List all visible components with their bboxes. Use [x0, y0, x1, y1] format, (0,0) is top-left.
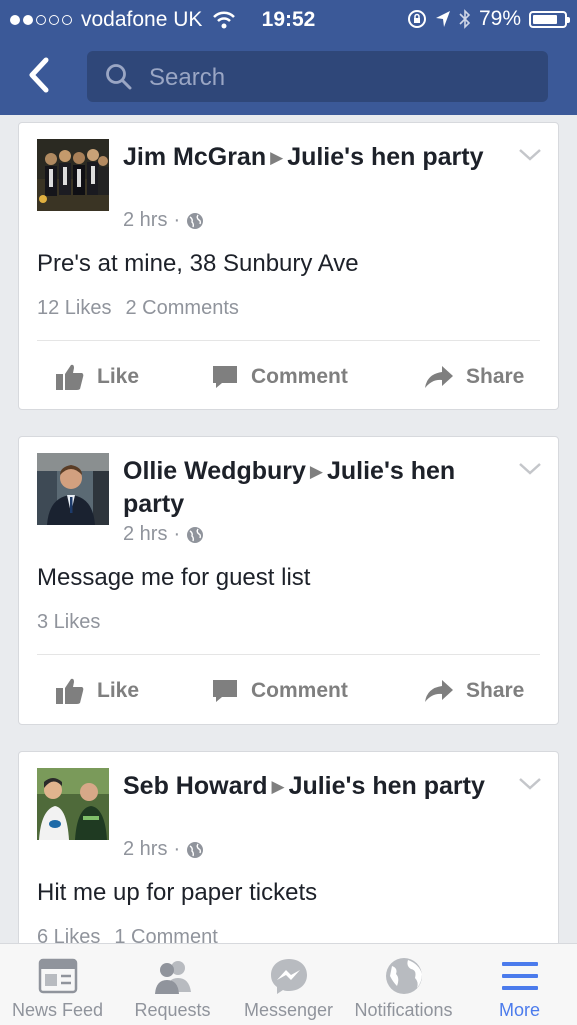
share-label: Share	[466, 365, 525, 388]
post-time[interactable]: 2 hrs	[123, 523, 167, 546]
share-label: Share	[466, 679, 525, 702]
comments-count[interactable]: 1 Comment	[114, 926, 217, 943]
bluetooth-icon	[459, 9, 471, 29]
post-meta: 2 hrs ·	[123, 523, 204, 546]
post-time[interactable]: 2 hrs	[123, 838, 167, 861]
comment-label: Comment	[251, 679, 348, 702]
post-counts: 12 Likes 2 Comments	[37, 297, 239, 320]
messenger-icon	[271, 959, 307, 994]
search-icon	[106, 64, 132, 90]
post-header: Seb Howard ▶ Julie's hen party	[123, 770, 503, 803]
friend-requests-icon	[155, 961, 191, 994]
post-card: Seb Howard ▶ Julie's hen party 2 hrs · Hit…	[18, 751, 559, 943]
like-button[interactable]: Like	[55, 661, 139, 721]
post-meta: 2 hrs ·	[123, 209, 204, 232]
top-bar: vodafone UK 19:52 79%	[0, 0, 577, 115]
avatar[interactable]	[37, 139, 109, 211]
post-text: Pre's at mine, 38 Sunbury Ave	[37, 250, 359, 277]
avatar[interactable]	[37, 768, 109, 840]
globe-icon	[386, 958, 422, 994]
tab-notifications[interactable]: Notifications	[346, 944, 461, 1025]
comment-bubble-icon	[213, 366, 237, 388]
share-arrow-icon	[425, 366, 453, 388]
tab-label: News Feed	[11, 1000, 104, 1020]
post-counts: 3 Likes	[37, 611, 100, 634]
public-globe-icon	[187, 841, 204, 858]
avatar[interactable]	[37, 453, 109, 525]
shared-to-arrow-icon: ▶	[271, 777, 285, 796]
chevron-down-icon[interactable]	[518, 776, 542, 792]
post-card: Ollie Wedgbury ▶ Julie's hen party 2 hrs ·…	[18, 436, 559, 725]
post-counts: 6 Likes 1 Comment	[37, 926, 218, 943]
tab-messenger[interactable]: Messenger	[231, 944, 346, 1025]
post-meta: 2 hrs ·	[123, 838, 204, 861]
share-button[interactable]: Share	[424, 661, 524, 721]
shared-to-arrow-icon: ▶	[309, 462, 323, 481]
share-button[interactable]: Share	[424, 347, 524, 407]
tab-requests[interactable]: Requests	[115, 944, 230, 1025]
likes-count[interactable]: 3 Likes	[37, 611, 100, 633]
public-globe-icon	[187, 526, 204, 543]
post-actions: Like Comment Share	[19, 661, 560, 721]
news-feed-icon	[38, 958, 78, 994]
post-header: Jim McGran ▶ Julie's hen party	[123, 141, 503, 174]
meta-separator: ·	[173, 523, 181, 545]
search-bar[interactable]	[87, 51, 548, 104]
battery-icon	[529, 10, 570, 28]
chevron-down-icon[interactable]	[518, 461, 542, 477]
tab-more[interactable]: More	[462, 944, 577, 1025]
likes-count[interactable]: 12 Likes	[37, 297, 112, 319]
shared-to-arrow-icon: ▶	[270, 148, 284, 167]
tab-label: More	[498, 1000, 540, 1020]
thumbs-up-icon	[56, 364, 84, 390]
post-time[interactable]: 2 hrs	[123, 209, 167, 232]
like-label: Like	[97, 679, 140, 702]
comment-button[interactable]: Comment	[211, 347, 348, 407]
post-card: Jim McGran ▶ Julie's hen party 2 hrs · Pre…	[18, 122, 559, 410]
location-arrow-icon	[435, 11, 450, 27]
post-header: Ollie Wedgbury ▶ Julie's hen party	[123, 455, 503, 520]
menu-icon	[502, 962, 538, 990]
chevron-down-icon[interactable]	[518, 147, 542, 163]
comments-count[interactable]: 2 Comments	[126, 297, 239, 319]
comment-label: Comment	[251, 365, 348, 388]
back-arrow-icon[interactable]	[22, 56, 58, 94]
tab-label: Notifications	[354, 1000, 453, 1020]
author-name[interactable]: Seb Howard	[123, 772, 267, 800]
meta-separator: ·	[173, 209, 181, 231]
battery-percentage: 79%	[478, 7, 521, 30]
tab-label: Requests	[134, 1000, 211, 1020]
public-globe-icon	[187, 212, 204, 229]
group-name[interactable]: Julie's hen party	[287, 143, 483, 171]
meta-separator: ·	[173, 838, 181, 860]
group-name[interactable]: Julie's hen party	[289, 772, 485, 800]
like-label: Like	[97, 365, 140, 388]
post-actions: Like Comment Share	[19, 347, 560, 407]
author-name[interactable]: Ollie Wedgbury	[123, 457, 306, 485]
comment-button[interactable]: Comment	[211, 661, 348, 721]
divider	[37, 340, 540, 341]
tab-bar: News Feed Requests Messenger Notificatio…	[0, 943, 577, 1025]
post-text: Hit me up for paper tickets	[37, 879, 318, 906]
thumbs-up-icon	[56, 678, 84, 704]
author-name[interactable]: Jim McGran	[123, 143, 266, 171]
share-arrow-icon	[425, 680, 453, 702]
rotation-lock-icon	[407, 10, 426, 28]
like-button[interactable]: Like	[55, 347, 139, 407]
status-bar: vodafone UK 19:52 79%	[0, 0, 577, 38]
likes-count[interactable]: 6 Likes	[37, 926, 100, 943]
tab-label: Messenger	[243, 1000, 334, 1020]
post-text: Message me for guest list	[37, 564, 311, 591]
tab-news-feed[interactable]: News Feed	[0, 944, 115, 1025]
search-input[interactable]	[147, 51, 541, 104]
comment-bubble-icon	[213, 680, 237, 702]
divider	[37, 654, 540, 655]
news-feed: Jim McGran ▶ Julie's hen party 2 hrs · Pre…	[0, 115, 577, 943]
